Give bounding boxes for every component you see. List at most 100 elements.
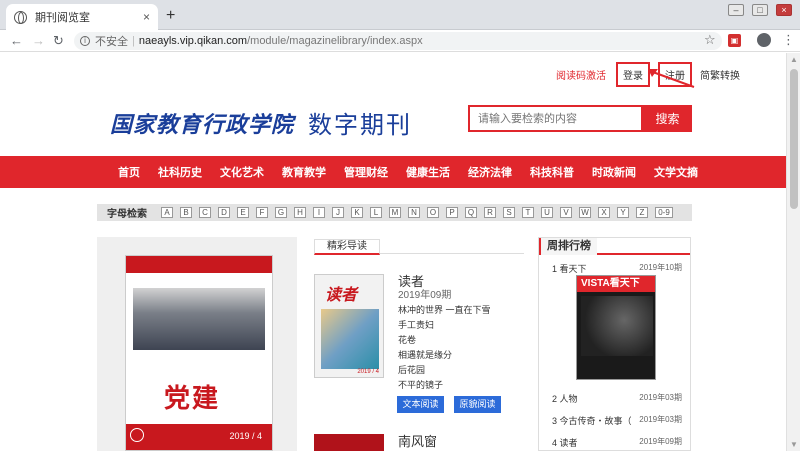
reload-icon[interactable]: ↻ (53, 33, 64, 49)
search-box: 搜索 (468, 105, 692, 132)
menu-item-science[interactable]: 科技科普 (530, 164, 574, 180)
magazine-cover-nanfengchuang[interactable] (314, 434, 384, 451)
letter-key[interactable]: Q (465, 207, 477, 218)
minimize-icon[interactable]: – (728, 4, 744, 16)
tab-featured[interactable]: 精彩导读 (314, 239, 380, 255)
scroll-up-icon[interactable]: ▲ (790, 55, 798, 64)
article-link[interactable]: 后花园 (398, 363, 491, 378)
lang-switch-link[interactable]: 简繁转换 (700, 67, 740, 82)
article-link[interactable]: 花卷 (398, 333, 491, 348)
browser-tab[interactable]: 期刊阅览室 × (6, 4, 158, 30)
not-secure-label: 不安全 (95, 36, 128, 48)
letter-key[interactable]: M (389, 207, 401, 218)
letter-key[interactable]: T (522, 207, 534, 218)
magazine-issue: 2019年09期 (398, 290, 452, 301)
menu-item-management[interactable]: 管理财经 (344, 164, 388, 180)
letter-key[interactable]: K (351, 207, 363, 218)
url-field[interactable]: i 不安全 | naeayls.vip.qikan.com /module/ma… (74, 32, 722, 50)
letter-key[interactable]: L (370, 207, 382, 218)
login-link[interactable]: 登录 (616, 62, 650, 87)
logo-subtitle: 数字期刊 (308, 112, 413, 139)
letter-key[interactable]: U (541, 207, 553, 218)
menu-item-education[interactable]: 教育教学 (282, 164, 326, 180)
letter-key[interactable]: F (256, 207, 268, 218)
maximize-icon[interactable]: □ (752, 4, 768, 16)
ranking-date: 2019年03期 (639, 393, 682, 402)
back-arrow-icon[interactable]: ← (10, 33, 23, 48)
vista-cover-image (581, 296, 653, 356)
menu-item-health[interactable]: 健康生活 (406, 164, 450, 180)
cover-issue: 2019 / 4 (229, 431, 262, 441)
original-read-button[interactable]: 原貌阅读 (454, 396, 501, 413)
article-link[interactable]: 不平的镜子 (398, 378, 491, 393)
letter-key-digits[interactable]: 0-9 (655, 207, 673, 218)
text-read-button[interactable]: 文本阅读 (397, 396, 444, 413)
ranking-item[interactable]: 1 看天下 2019年10期 (552, 262, 682, 275)
letter-key[interactable]: I (313, 207, 325, 218)
menu-item-literature[interactable]: 文学文摘 (654, 164, 698, 180)
account-icon[interactable] (757, 33, 771, 47)
letter-key[interactable]: V (560, 207, 572, 218)
scroll-down-icon[interactable]: ▼ (790, 440, 798, 449)
letter-key[interactable]: X (598, 207, 610, 218)
ranking-title: 2 人物 (552, 394, 578, 404)
page-scrollbar[interactable]: ▲ ▼ (786, 53, 800, 451)
article-list: 林冲的世界 一直在下雪 手工贵妇 花卷 相遇就是缘分 后花园 不平的镜子 (398, 303, 491, 393)
article-link[interactable]: 林冲的世界 一直在下雪 (398, 303, 491, 318)
tab-strip: 期刊阅览室 × + – □ × (0, 0, 800, 30)
window-controls: – □ × (728, 4, 792, 16)
site-logo[interactable]: 国家教育行政学院 数字期刊 (110, 105, 412, 140)
letter-key[interactable]: G (275, 207, 287, 218)
article-link[interactable]: 手工贵妇 (398, 318, 491, 333)
letter-key[interactable]: A (161, 207, 173, 218)
menu-dots-icon[interactable]: ⋮ (782, 32, 795, 48)
menu-item-home[interactable]: 首页 (118, 164, 140, 180)
cover-photo (133, 288, 265, 350)
mag-cover-title: 读者 (325, 285, 358, 304)
info-icon[interactable]: i (80, 36, 90, 46)
letter-key[interactable]: R (484, 207, 496, 218)
letter-key[interactable]: E (237, 207, 249, 218)
letter-key[interactable]: P (446, 207, 458, 218)
article-link[interactable]: 相遇就是缘分 (398, 348, 491, 363)
new-tab-button[interactable]: + (166, 7, 175, 25)
vista-cover-title: VISTA看天下 (577, 276, 655, 292)
letter-search-label: 字母检索 (107, 209, 147, 220)
menu-item-culture-art[interactable]: 文化艺术 (220, 164, 264, 180)
menu-item-news[interactable]: 时政新闻 (592, 164, 636, 180)
tab-close-icon[interactable]: × (143, 10, 150, 24)
ranking-date: 2019年03期 (639, 415, 682, 424)
ranking-item[interactable]: 2 人物 2019年03期 (552, 392, 682, 405)
letter-key[interactable]: J (332, 207, 344, 218)
activate-code-link[interactable]: 阅读码激活 (556, 67, 606, 82)
letter-key[interactable]: W (579, 207, 591, 218)
magazine-cover-duzhe[interactable]: 读者 2019 / 4 (314, 274, 384, 378)
letter-key[interactable]: N (408, 207, 420, 218)
ranking-item[interactable]: 3 今古传奇・故事（ 2019年03期 (552, 414, 682, 427)
search-input[interactable] (468, 105, 643, 132)
menu-item-economy-law[interactable]: 经济法律 (468, 164, 512, 180)
letter-key[interactable]: Y (617, 207, 629, 218)
letter-key[interactable]: Z (636, 207, 648, 218)
globe-icon (14, 10, 27, 24)
bookmark-star-icon[interactable]: ☆ (704, 32, 716, 48)
close-window-icon[interactable]: × (776, 4, 792, 16)
magazine-name[interactable]: 南风窗 (398, 431, 437, 450)
ranking-title: 3 今古传奇・故事（ (552, 416, 632, 426)
letter-key[interactable]: S (503, 207, 515, 218)
extension-icon[interactable]: ▣ (728, 34, 741, 47)
ranking-cover-vista[interactable]: VISTA看天下 (576, 275, 656, 380)
url-separator: | (132, 35, 135, 47)
ranking-item[interactable]: 4 读者 2019年09期 (552, 436, 682, 449)
scrollbar-thumb[interactable] (790, 69, 798, 209)
letter-key[interactable]: D (218, 207, 230, 218)
letter-key[interactable]: O (427, 207, 439, 218)
letter-key[interactable]: C (199, 207, 211, 218)
letter-search-bar: 字母检索 A B C D E F G H I J K L M N O P Q R… (97, 204, 692, 221)
search-button[interactable]: 搜索 (643, 105, 692, 132)
forward-arrow-icon[interactable]: → (32, 33, 45, 48)
letter-key[interactable]: H (294, 207, 306, 218)
menu-item-social-history[interactable]: 社科历史 (158, 164, 202, 180)
letter-key[interactable]: B (180, 207, 192, 218)
featured-magazine-cover[interactable]: 党建 2019 / 4 (125, 255, 273, 451)
